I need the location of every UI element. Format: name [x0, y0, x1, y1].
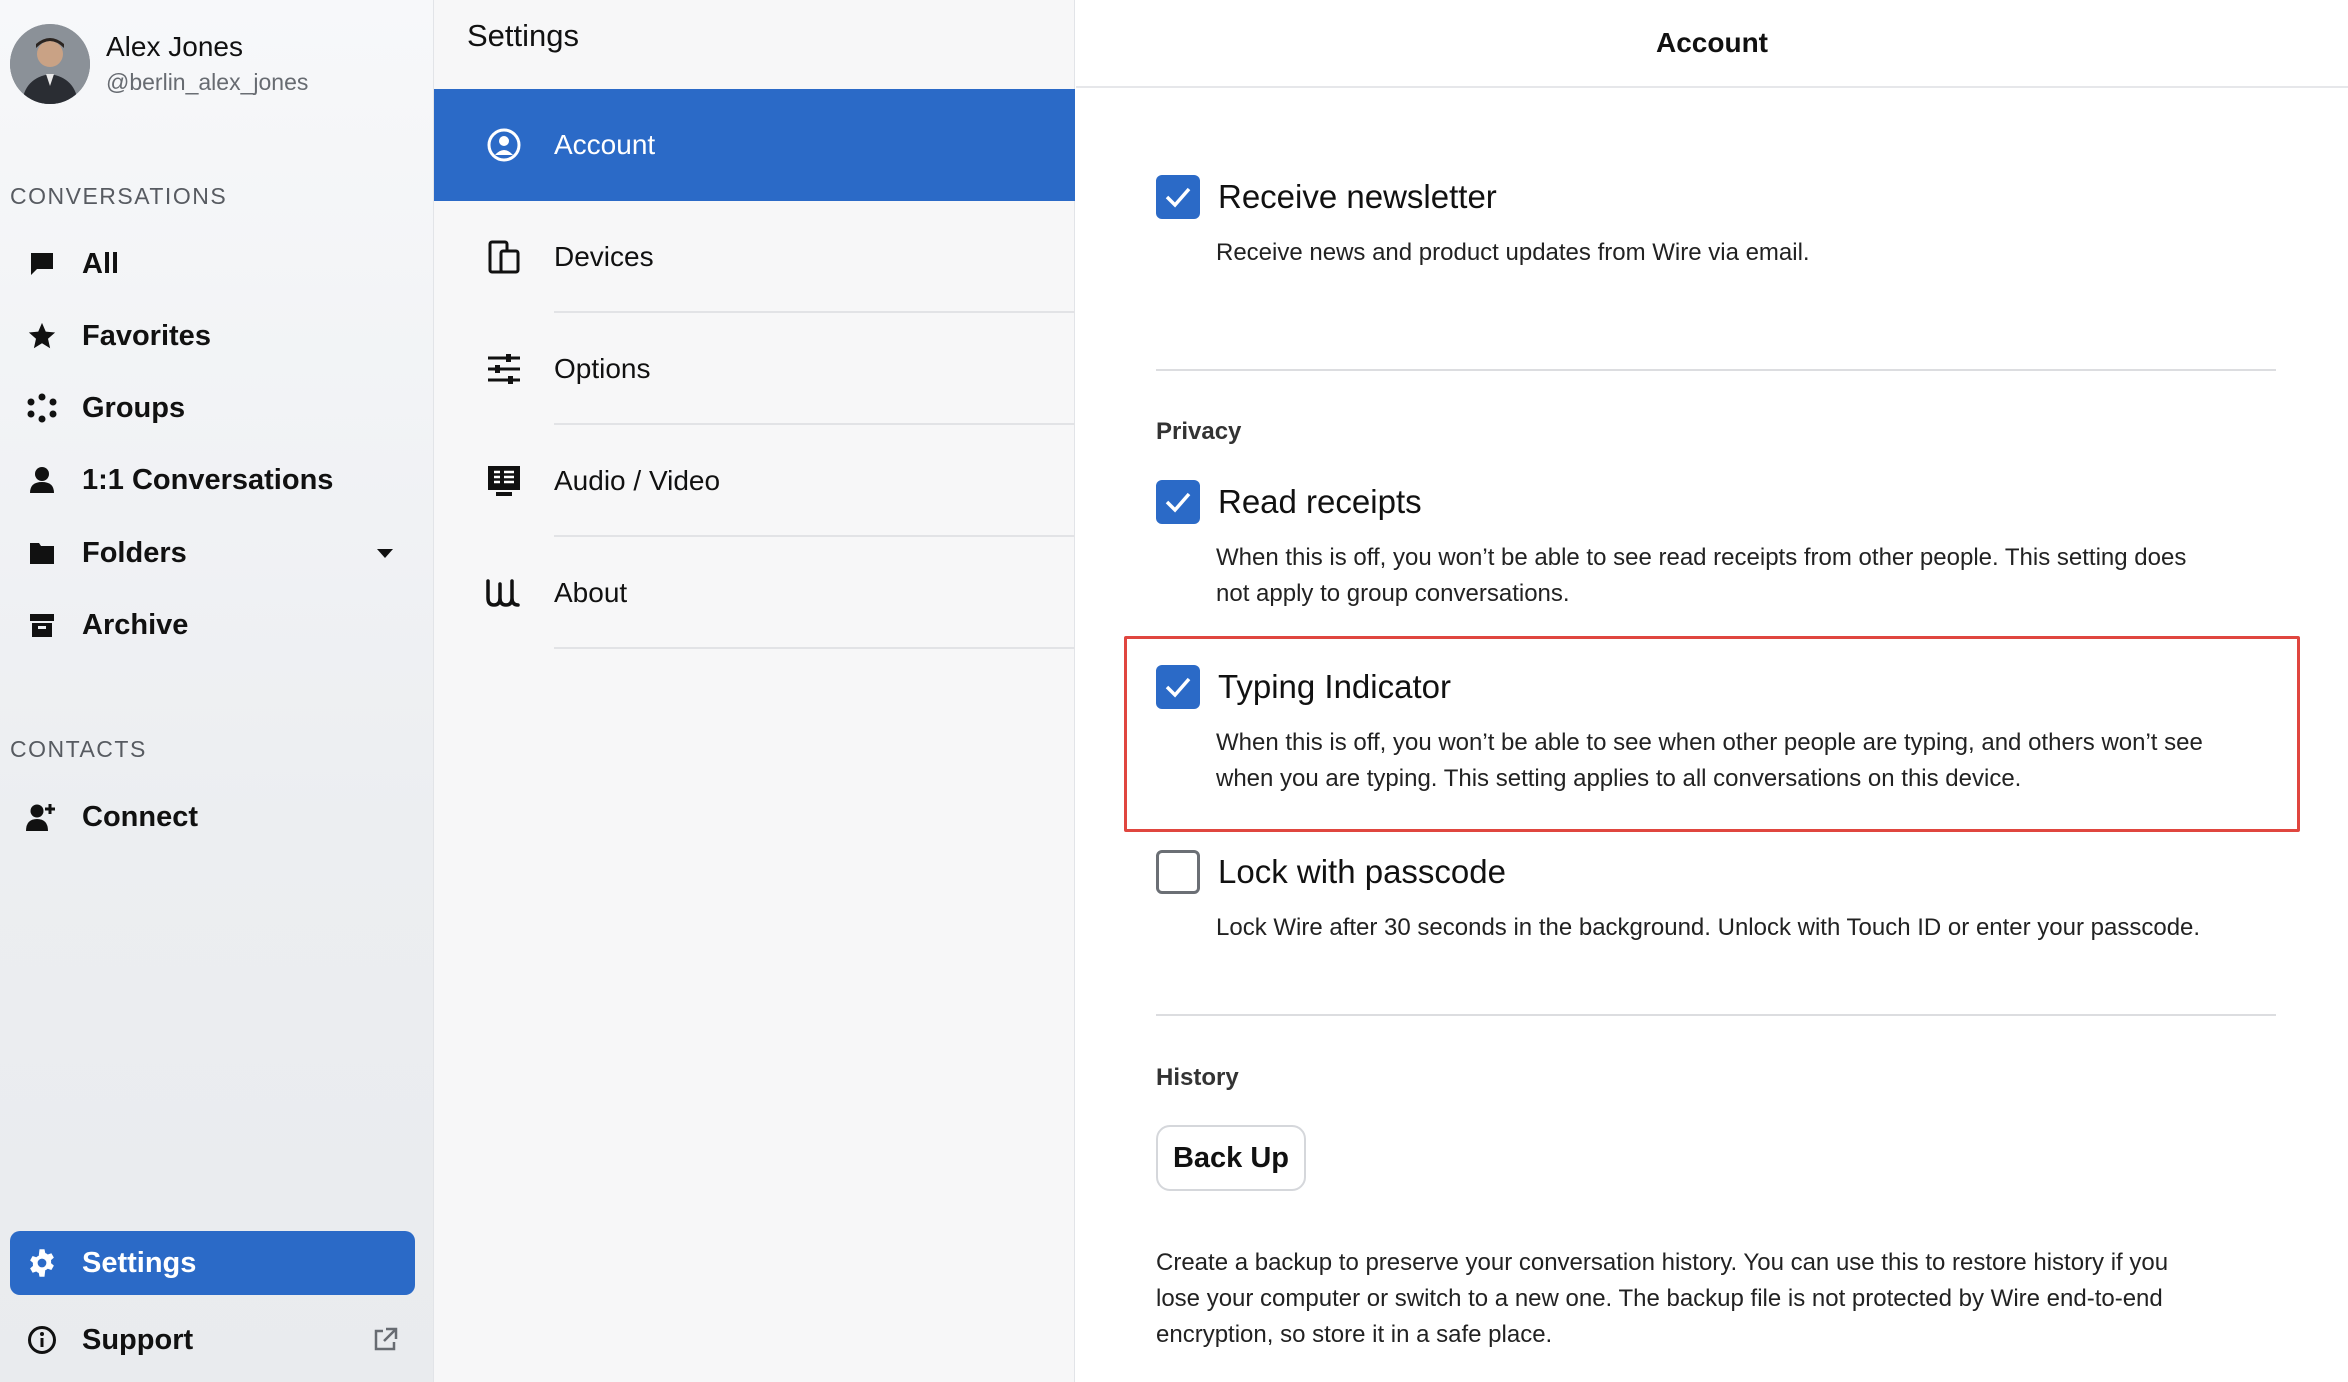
gear-icon — [24, 1245, 60, 1281]
add-person-icon — [24, 799, 60, 835]
description-line: not apply to group conversations. — [1216, 580, 1570, 607]
sliders-icon — [474, 353, 534, 385]
settings-menu-account[interactable]: Account — [434, 89, 1075, 201]
sidebar-item-groups[interactable]: Groups — [10, 376, 415, 440]
profile-name: Alex Jones — [106, 31, 243, 62]
sidebar-item-label: Folders — [82, 536, 187, 569]
checkmark-icon — [1165, 187, 1191, 208]
settings-menu-devices[interactable]: Devices — [434, 201, 1075, 313]
info-circle-icon — [24, 1322, 60, 1358]
typing-indicator-checkbox[interactable] — [1156, 665, 1200, 709]
sidebar-item-favorites[interactable]: Favorites — [10, 304, 415, 368]
section-divider — [1156, 369, 2276, 371]
newsletter-label: Receive newsletter — [1218, 178, 1497, 215]
menu-divider — [554, 647, 1075, 649]
sidebar-item-settings[interactable]: Settings — [10, 1231, 415, 1295]
menu-item-label: Audio / Video — [554, 465, 721, 496]
section-divider — [1156, 1014, 2276, 1016]
left-sidebar: Alex Jones @berlin_alex_jones CONVERSATI… — [0, 0, 434, 1382]
settings-title: Settings — [467, 18, 580, 53]
groups-dots-icon — [24, 390, 60, 426]
sidebar-item-label: Connect — [82, 800, 198, 833]
menu-item-label: Devices — [554, 241, 654, 272]
user-profile[interactable]: Alex Jones @berlin_alex_jones — [10, 22, 308, 106]
description-line: When this is off, you won’t be able to s… — [1216, 729, 2203, 756]
settings-menu-panel: Settings Account Devices Options Audio /… — [434, 0, 1075, 1382]
checkmark-icon — [1165, 492, 1191, 513]
sidebar-item-all[interactable]: All — [10, 232, 415, 296]
sidebar-item-label: Groups — [82, 391, 186, 424]
sidebar-item-support[interactable]: Support — [10, 1308, 415, 1372]
read-receipts-setting: Read receipts When this is off, you won’… — [1156, 478, 2286, 612]
chevron-down-icon[interactable] — [369, 537, 401, 569]
menu-item-label: Options — [554, 353, 651, 384]
typing-indicator-label: Typing Indicator — [1218, 668, 1451, 705]
sidebar-item-folders[interactable]: Folders — [10, 521, 415, 585]
newsletter-checkbox[interactable] — [1156, 175, 1200, 219]
avatar[interactable] — [10, 24, 90, 104]
profile-handle: @berlin_alex_jones — [106, 69, 309, 95]
description-line: When this is off, you won’t be able to s… — [1216, 544, 2187, 571]
star-icon — [24, 318, 60, 354]
typing-indicator-description: When this is off, you won’t be able to s… — [1216, 725, 2286, 797]
account-circle-icon — [474, 127, 534, 163]
read-receipts-label: Read receipts — [1218, 483, 1422, 520]
contacts-section-title: CONTACTS — [10, 736, 147, 762]
devices-icon — [474, 239, 534, 275]
account-settings-content[interactable]: Account Receive newsletter Receive news … — [1076, 0, 2348, 1382]
external-link-icon[interactable] — [369, 1324, 401, 1356]
privacy-section-title: Privacy — [1156, 418, 1242, 445]
sidebar-item-label: Favorites — [82, 319, 211, 352]
content-header-title: Account — [1076, 0, 2348, 88]
description-line: Create a backup to preserve your convers… — [1156, 1249, 2169, 1276]
history-section-title: History — [1156, 1064, 1239, 1091]
sidebar-item-label: Archive — [82, 608, 189, 641]
back-up-button[interactable]: Back Up — [1156, 1125, 1306, 1191]
description-line: when you are typing. This setting applie… — [1216, 765, 2022, 792]
sidebar-item-label: 1:1 Conversations — [82, 463, 334, 496]
lock-passcode-label: Lock with passcode — [1218, 853, 1506, 890]
checkmark-icon — [1165, 677, 1191, 698]
chat-bubble-icon — [24, 246, 60, 282]
audio-video-icon — [474, 464, 534, 498]
settings-menu-audio-video[interactable]: Audio / Video — [434, 425, 1075, 537]
wire-logo-icon — [474, 578, 534, 608]
description-line: lose your computer or switch to a new on… — [1156, 1285, 2163, 1312]
newsletter-setting: Receive newsletter Receive news and prod… — [1156, 173, 2286, 271]
menu-item-label: About — [554, 577, 628, 608]
typing-indicator-setting: Typing Indicator When this is off, you w… — [1156, 663, 2286, 797]
lock-passcode-setting: Lock with passcode Lock Wire after 30 se… — [1156, 848, 2286, 946]
sidebar-item-one-to-one[interactable]: 1:1 Conversations — [10, 448, 415, 512]
settings-menu-options[interactable]: Options — [434, 313, 1075, 425]
menu-item-label: Account — [554, 129, 656, 160]
sidebar-item-label: Support — [82, 1323, 194, 1356]
archive-box-icon — [24, 607, 60, 643]
read-receipts-description: When this is off, you won’t be able to s… — [1216, 540, 2286, 612]
sidebar-item-label: Settings — [82, 1246, 197, 1279]
newsletter-description: Receive news and product updates from Wi… — [1216, 239, 1810, 266]
conversations-section-title: CONVERSATIONS — [10, 183, 228, 209]
settings-menu-about[interactable]: About — [434, 537, 1075, 649]
sidebar-item-archive[interactable]: Archive — [10, 593, 415, 657]
lock-passcode-description: Lock Wire after 30 seconds in the backgr… — [1216, 914, 2201, 941]
app-window: Alex Jones @berlin_alex_jones CONVERSATI… — [0, 0, 2348, 1382]
lock-passcode-checkbox[interactable] — [1156, 850, 1200, 894]
folder-icon — [24, 535, 60, 571]
avatar-image — [10, 24, 90, 104]
person-icon — [24, 462, 60, 498]
sidebar-item-connect[interactable]: Connect — [10, 785, 415, 849]
sidebar-item-label: All — [82, 247, 120, 280]
history-description: Create a backup to preserve your convers… — [1156, 1245, 2296, 1353]
description-line: encryption, so store it in a safe place. — [1156, 1321, 1553, 1348]
read-receipts-checkbox[interactable] — [1156, 480, 1200, 524]
